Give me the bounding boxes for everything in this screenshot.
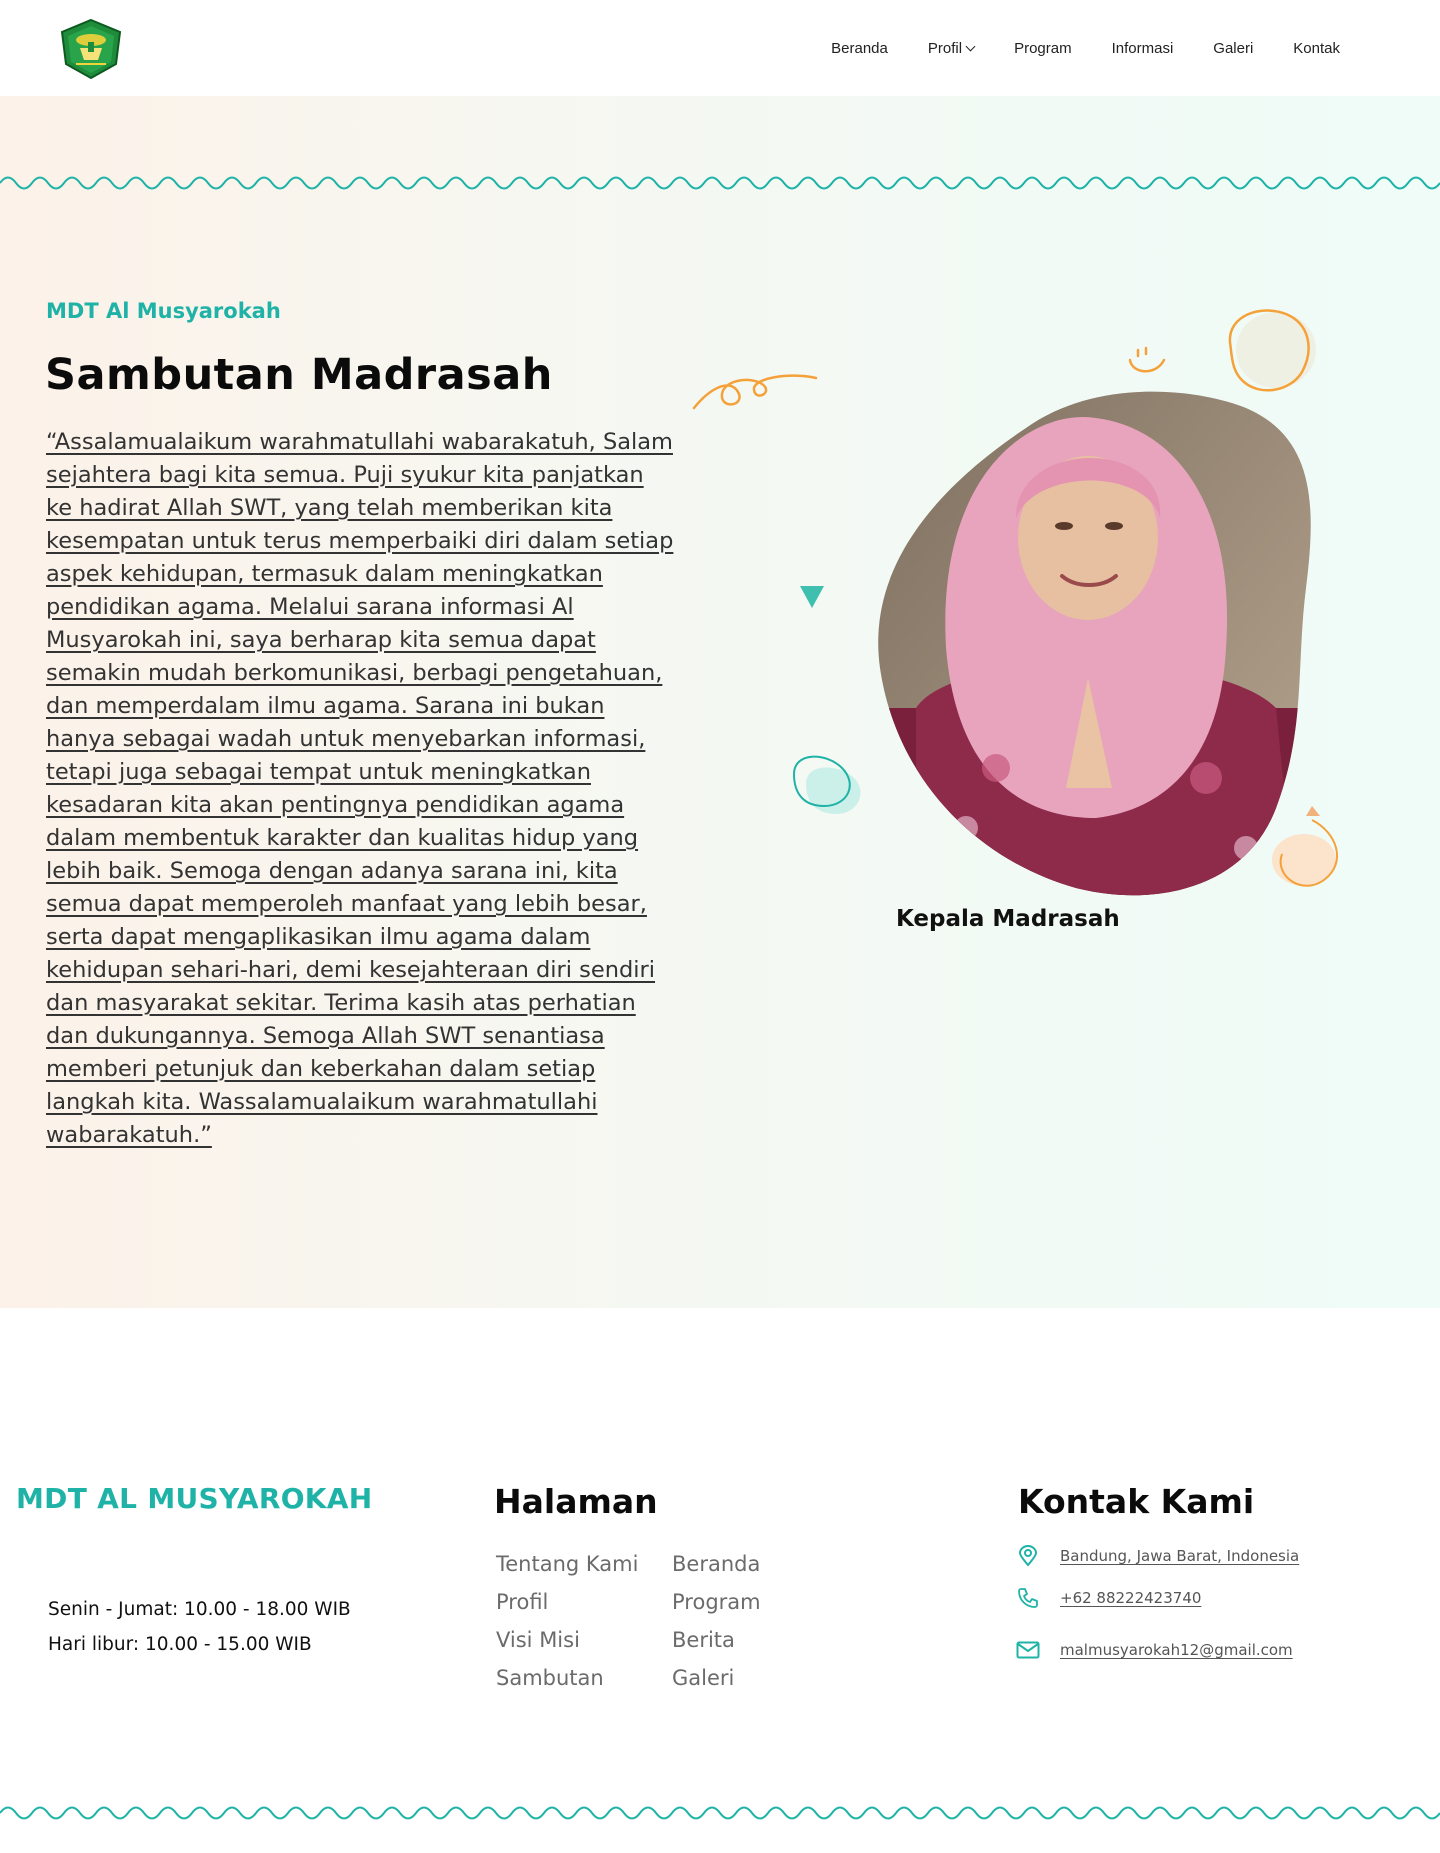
email-link[interactable]: malmusyarokah12@gmail.com xyxy=(1060,1641,1293,1659)
nav-galeri[interactable]: Galeri xyxy=(1213,40,1253,57)
nav-beranda[interactable]: Beranda xyxy=(831,40,888,57)
sambutan-quote: “Assalamualaikum warahmatullahi wabaraka… xyxy=(46,429,674,1148)
pages-heading: Halaman xyxy=(494,1482,658,1521)
kepala-madrasah-photo xyxy=(878,391,1311,896)
footer-link-beranda[interactable]: Beranda xyxy=(672,1548,812,1580)
section-title: Sambutan Madrasah xyxy=(45,350,553,400)
contact-phone: +62 88222423740 xyxy=(1016,1586,1201,1610)
footer-link-program[interactable]: Program xyxy=(672,1586,812,1618)
phone-icon xyxy=(1016,1586,1040,1610)
footer-brand: MDT AL MUSYAROKAH xyxy=(16,1482,373,1515)
site-header: Beranda Profil Program Informasi Galeri … xyxy=(0,0,1440,96)
nav-informasi[interactable]: Informasi xyxy=(1112,40,1174,57)
hours-holiday: Hari libur: 10.00 - 15.00 WIB xyxy=(48,1634,312,1655)
nav-profil[interactable]: Profil xyxy=(927,39,976,57)
map-pin-icon xyxy=(1016,1544,1040,1568)
nav-program[interactable]: Program xyxy=(1014,40,1072,57)
opening-hours: Senin - Jumat: 10.00 - 18.00 WIB Hari li… xyxy=(48,1592,351,1662)
phone-link[interactable]: +62 88222423740 xyxy=(1060,1589,1201,1607)
footer-link-galeri[interactable]: Galeri xyxy=(672,1662,812,1694)
photo-caption: Kepala Madrasah xyxy=(896,906,1120,932)
contact-heading: Kontak Kami xyxy=(1018,1482,1255,1521)
madrasah-logo-icon[interactable] xyxy=(58,18,124,80)
wave-divider-top xyxy=(0,176,1440,190)
footer-page-links: Tentang Kami Beranda Profil Program Visi… xyxy=(496,1548,812,1694)
footer-link-visi-misi[interactable]: Visi Misi xyxy=(496,1624,672,1656)
site-footer: MDT AL MUSYAROKAH Senin - Jumat: 10.00 -… xyxy=(0,1308,1440,1853)
triangle-decoration xyxy=(800,586,824,608)
hours-weekday: Senin - Jumat: 10.00 - 18.00 WIB xyxy=(48,1599,351,1620)
contact-address: Bandung, Jawa Barat, Indonesia xyxy=(1016,1544,1299,1568)
footer-link-profil[interactable]: Profil xyxy=(496,1586,672,1618)
footer-link-berita[interactable]: Berita xyxy=(672,1624,812,1656)
footer-link-sambutan[interactable]: Sambutan xyxy=(496,1662,672,1694)
section-eyebrow: MDT Al Musyarokah xyxy=(46,299,281,323)
main-nav: Beranda Profil Program Informasi Galeri … xyxy=(831,0,1440,96)
sambutan-section: MDT Al Musyarokah Sambutan Madrasah “Ass… xyxy=(0,96,1440,1308)
chevron-down-icon xyxy=(965,41,976,51)
nav-kontak[interactable]: Kontak xyxy=(1293,40,1340,57)
footer-link-tentang-kami[interactable]: Tentang Kami xyxy=(496,1548,672,1580)
drop-decoration-bottom-right xyxy=(1272,806,1339,887)
nav-profil-label: Profil xyxy=(927,39,963,57)
address-link[interactable]: Bandung, Jawa Barat, Indonesia xyxy=(1060,1547,1299,1565)
wave-divider-bottom xyxy=(0,1806,1440,1820)
mail-icon xyxy=(1016,1638,1040,1662)
contact-email: malmusyarokah12@gmail.com xyxy=(1016,1638,1293,1662)
swirl-decoration xyxy=(692,374,818,410)
blob-decoration-left xyxy=(792,755,861,814)
